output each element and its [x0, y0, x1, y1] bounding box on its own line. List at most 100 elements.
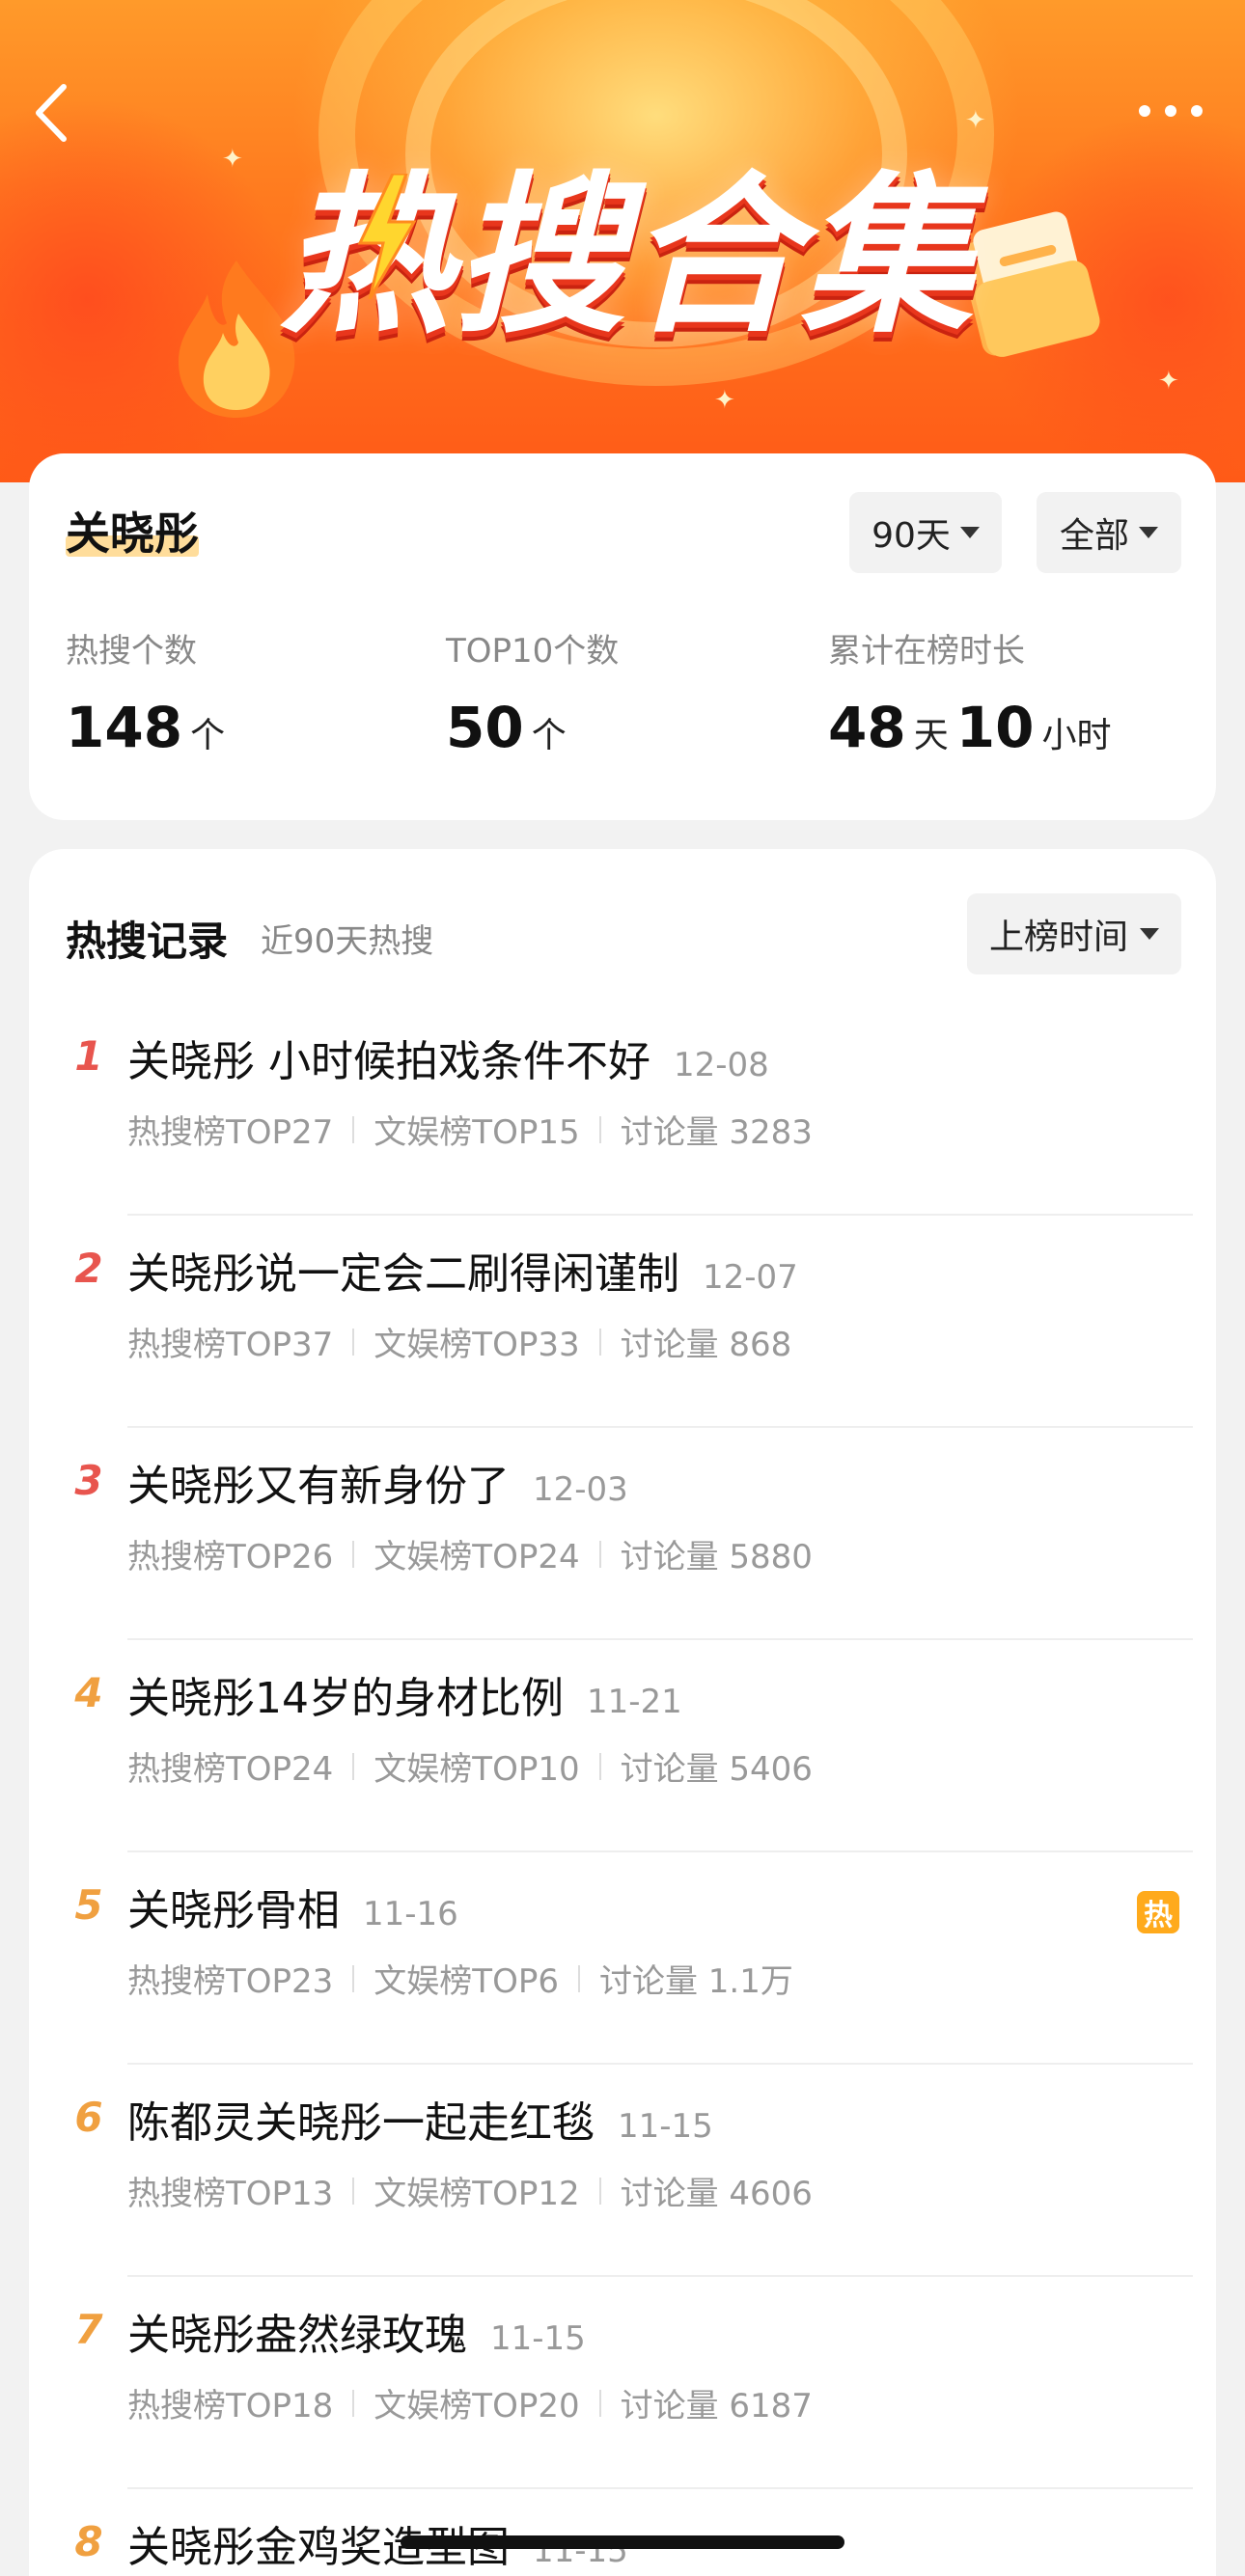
- item-meta: 热搜榜TOP23 文娱榜TOP6 讨论量 1.1万: [127, 1955, 793, 2002]
- scope-filter-dropdown[interactable]: 全部: [1037, 492, 1181, 573]
- list-item[interactable]: 8 关晓彤金鸡奖造型图 11-15: [29, 2489, 1216, 2576]
- list-item[interactable]: 5 关晓彤骨相 11-16 热搜榜TOP23 文娱榜TOP6 讨论量 1.1万 热: [29, 1852, 1216, 2065]
- item-title: 关晓彤 小时候拍戏条件不好: [127, 1037, 650, 1086]
- hot-rank: 热搜榜TOP23: [127, 1962, 334, 2001]
- list-item[interactable]: 7 关晓彤盎然绿玫瑰 11-15 热搜榜TOP18 文娱榜TOP20 讨论量 6187: [29, 2277, 1216, 2489]
- range-filter-label: 90天: [872, 516, 951, 556]
- discuss-count: 讨论量 6187: [620, 2387, 813, 2425]
- item-meta: 热搜榜TOP27 文娱榜TOP15 讨论量 3283: [127, 1106, 813, 1153]
- rank-number: 4: [74, 1669, 103, 1716]
- rank-number: 1: [74, 1032, 103, 1080]
- discuss-count: 讨论量 868: [620, 1326, 792, 1364]
- separator: [598, 1752, 601, 1780]
- item-date: 12-03: [533, 1470, 628, 1509]
- item-title-line: 关晓彤盎然绿玫瑰 11-15: [127, 2300, 586, 2362]
- item-date: 12-08: [674, 1046, 769, 1084]
- item-meta: 热搜榜TOP37 文娱榜TOP33 讨论量 868: [127, 1318, 791, 1365]
- hot-rank: 热搜榜TOP27: [127, 1113, 334, 1152]
- sparkle-icon: ✦: [1158, 367, 1179, 396]
- caret-down-icon: [1139, 527, 1158, 538]
- item-title-line: 关晓彤骨相 11-16: [127, 1876, 458, 1937]
- item-title: 关晓彤骨相: [127, 1886, 340, 1935]
- item-title-line: 关晓彤 小时候拍戏条件不好 12-08: [127, 1027, 769, 1088]
- stat-unit: 个: [531, 716, 567, 755]
- item-meta: 热搜榜TOP26 文娱榜TOP24 讨论量 5880: [127, 1530, 813, 1577]
- range-filter-dropdown[interactable]: 90天: [849, 492, 1002, 573]
- discuss-count: 讨论量 3283: [620, 1113, 813, 1152]
- item-title: 陈都灵关晓彤一起走红毯: [127, 2098, 595, 2148]
- hot-badge: 热: [1137, 1891, 1179, 1933]
- discuss-count: 讨论量 5880: [620, 1538, 813, 1576]
- separator: [577, 1964, 580, 1992]
- rank-number: 2: [74, 1245, 103, 1292]
- item-title-line: 关晓彤又有新身份了 12-03: [127, 1451, 628, 1513]
- list-item[interactable]: 2 关晓彤说一定会二刷得闲谨制 12-07 热搜榜TOP37 文娱榜TOP33 讨论量 8…: [29, 1216, 1216, 1428]
- rank-number: 7: [74, 2306, 103, 2353]
- stat-unit: 个: [190, 716, 226, 755]
- list-item[interactable]: 6 陈都灵关晓彤一起走红毯 11-15 热搜榜TOP13 文娱榜TOP12 讨论量 460…: [29, 2065, 1216, 2277]
- stats-card: 关晓彤 90天 全部 热搜个数 148 个 TOP10个数 50 个 累计在榜时…: [29, 453, 1216, 820]
- separator: [598, 2389, 601, 2417]
- sort-dropdown[interactable]: 上榜时间: [967, 893, 1181, 974]
- hot-rank: 热搜榜TOP18: [127, 2387, 334, 2425]
- item-title: 关晓彤盎然绿玫瑰: [127, 2311, 467, 2360]
- stat-value: 148 个: [66, 695, 225, 760]
- item-meta: 热搜榜TOP18 文娱榜TOP20 讨论量 6187: [127, 2379, 813, 2426]
- item-title-line: 陈都灵关晓彤一起走红毯 11-15: [127, 2088, 713, 2150]
- home-indicator: [401, 2535, 844, 2549]
- stat-duration: 累计在榜时长 48 天 10 小时: [828, 627, 1111, 760]
- dot-icon: [1165, 105, 1176, 117]
- hot-rank: 热搜榜TOP24: [127, 1750, 334, 1789]
- item-date: 11-21: [587, 1683, 682, 1721]
- separator: [598, 1328, 601, 1356]
- scope-filter-label: 全部: [1059, 516, 1129, 556]
- rank-number: 5: [74, 1881, 103, 1929]
- stat-label: 热搜个数: [66, 632, 197, 671]
- sparkle-icon: ✦: [714, 386, 735, 415]
- more-options-button[interactable]: [1139, 96, 1203, 125]
- stat-value: 48 天 10 小时: [828, 695, 1111, 760]
- ent-rank: 文娱榜TOP6: [374, 1962, 559, 2001]
- back-button[interactable]: [27, 79, 77, 147]
- stat-top10-count: TOP10个数 50 个: [446, 627, 619, 760]
- ent-rank: 文娱榜TOP24: [374, 1538, 580, 1576]
- list-item[interactable]: 1 关晓彤 小时候拍戏条件不好 12-08 热搜榜TOP27 文娱榜TOP15 讨论量 3…: [29, 1003, 1216, 1216]
- separator: [352, 1752, 355, 1780]
- stat-value: 50 个: [446, 695, 619, 760]
- stat-unit: 小时: [1041, 716, 1112, 755]
- stat-label: 累计在榜时长: [828, 632, 1025, 671]
- item-title: 关晓彤14岁的身材比例: [127, 1674, 564, 1723]
- records-title: 热搜记录: [66, 918, 229, 965]
- person-name-text: 关晓彤: [66, 507, 199, 560]
- person-name: 关晓彤: [66, 497, 199, 564]
- sort-label: 上榜时间: [988, 918, 1128, 957]
- list-item[interactable]: 3 关晓彤又有新身份了 12-03 热搜榜TOP26 文娱榜TOP24 讨论量 5880: [29, 1428, 1216, 1640]
- stat-number: 48: [828, 695, 906, 760]
- item-meta: 热搜榜TOP13 文娱榜TOP12 讨论量 4606: [127, 2167, 813, 2214]
- stat-unit: 天: [913, 716, 949, 755]
- stat-number: 10: [955, 695, 1035, 760]
- separator: [352, 1328, 355, 1356]
- list-item[interactable]: 4 关晓彤14岁的身材比例 11-21 热搜榜TOP24 文娱榜TOP10 讨论量 540…: [29, 1640, 1216, 1852]
- records-card: 热搜记录 近90天热搜 上榜时间 1 关晓彤 小时候拍戏条件不好 12-08 热搜榜T…: [29, 849, 1216, 2576]
- ent-rank: 文娱榜TOP33: [374, 1326, 580, 1364]
- ent-rank: 文娱榜TOP15: [374, 1113, 580, 1152]
- rank-number: 6: [74, 2094, 103, 2141]
- item-title-line: 关晓彤说一定会二刷得闲谨制 12-07: [127, 1239, 798, 1301]
- hot-rank: 热搜榜TOP26: [127, 1538, 334, 1576]
- sparkle-icon: ✦: [222, 145, 243, 174]
- rank-number: 3: [74, 1457, 103, 1504]
- stat-number: 50: [446, 695, 524, 760]
- banner: ✦ ✦ ✦ ✦ 热搜合集: [0, 0, 1245, 482]
- separator: [352, 1540, 355, 1568]
- item-title: 关晓彤说一定会二刷得闲谨制: [127, 1249, 679, 1299]
- records-subtitle: 近90天热搜: [261, 922, 434, 961]
- separator: [352, 1964, 355, 1992]
- separator: [352, 2389, 355, 2417]
- rank-number: 8: [74, 2518, 103, 2565]
- stat-label: TOP10个数: [446, 632, 620, 671]
- item-date: 11-16: [363, 1895, 458, 1933]
- caret-down-icon: [959, 527, 980, 538]
- stat-hot-count: 热搜个数 148 个: [66, 627, 225, 760]
- item-date: 12-07: [703, 1258, 798, 1297]
